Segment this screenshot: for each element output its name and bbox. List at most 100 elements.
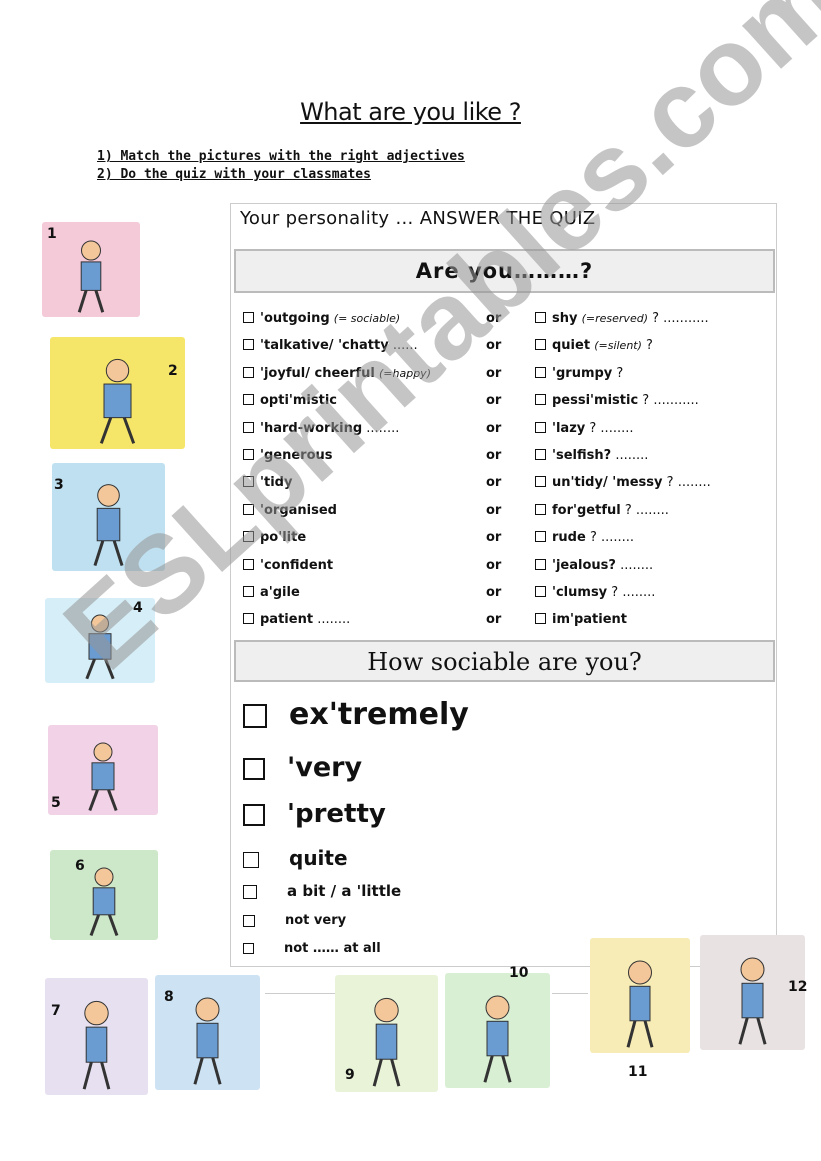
right-dots: ........ <box>615 448 649 463</box>
cartoon-figure-icon <box>82 1000 111 1090</box>
right-dots: ? <box>646 338 653 354</box>
divider <box>265 993 335 994</box>
checkbox[interactable] <box>535 366 546 378</box>
option-label: ex'tremely <box>289 697 469 732</box>
sociable-option: a bit / a 'little <box>243 882 401 900</box>
right-dots: ? <box>616 365 624 381</box>
checkbox[interactable] <box>535 531 546 543</box>
option-label: 'very <box>287 752 363 783</box>
cartoon-figure-icon <box>88 742 118 812</box>
or-label: or <box>486 475 502 491</box>
cartoon-picture: 7 <box>45 978 148 1095</box>
cartoon-figure-icon <box>99 358 136 444</box>
picture-number: 3 <box>54 477 64 493</box>
right-note: (=reserved) <box>581 312 648 325</box>
or-label: or <box>486 448 502 463</box>
cartoon-picture: 10 <box>445 965 550 1088</box>
picture-number: 11 <box>628 1064 648 1080</box>
checkbox[interactable] <box>243 943 254 954</box>
right-adjective: rude <box>552 530 586 546</box>
checkbox[interactable] <box>243 339 254 351</box>
divider <box>552 993 588 994</box>
option-label: quite <box>289 846 348 870</box>
checkbox[interactable] <box>243 613 254 625</box>
checkbox[interactable] <box>243 757 265 780</box>
checkbox[interactable] <box>243 312 254 323</box>
checkbox[interactable] <box>243 703 267 728</box>
checkbox[interactable] <box>243 803 265 826</box>
right-adjective: 'clumsy <box>552 585 608 600</box>
option-label: not very <box>285 913 347 928</box>
instruction-1: 1) Match the pictures with the right adj… <box>97 149 465 164</box>
right-note: (=silent) <box>594 339 642 353</box>
right-adjective: 'selfish? <box>552 448 612 463</box>
checkbox[interactable] <box>535 339 546 351</box>
picture-number: 9 <box>345 1067 355 1083</box>
left-adjective: 'outgoing <box>260 311 330 326</box>
quiz-row: patient ........ or im'patient <box>243 612 763 632</box>
checkbox[interactable] <box>243 884 257 899</box>
checkbox[interactable] <box>535 476 546 488</box>
cartoon-picture: 5 <box>48 725 158 815</box>
picture-number: 2 <box>168 363 178 379</box>
cartoon-picture: 9 <box>335 975 438 1092</box>
or-label: or <box>486 393 502 409</box>
quiz-row: po'lite or rude ? ........ <box>243 530 763 550</box>
right-adjective: 'jealous? <box>552 557 616 573</box>
cartoon-picture: 2 <box>50 337 185 449</box>
checkbox[interactable] <box>243 366 254 378</box>
checkbox[interactable] <box>535 586 546 597</box>
checkbox[interactable] <box>535 449 546 460</box>
right-dots: ? ........ <box>666 475 711 491</box>
right-adjective: shy <box>552 311 578 326</box>
cartoon-picture: 1 <box>42 222 140 317</box>
picture-number: 1 <box>47 226 57 242</box>
option-label: a bit / a 'little <box>287 882 402 900</box>
checkbox[interactable] <box>535 558 546 570</box>
checkbox[interactable] <box>535 503 546 515</box>
right-adjective: im'patient <box>552 612 628 628</box>
picture-number: 10 <box>509 965 529 981</box>
sociable-option: not …… at all <box>243 941 381 956</box>
picture-number: 7 <box>51 1003 61 1019</box>
right-dots: ? ........ <box>589 420 634 436</box>
cartoon-picture: 12 <box>700 935 807 1050</box>
right-dots: ? ........... <box>652 311 709 326</box>
quiz-row: 'confident or 'jealous? ........ <box>243 558 763 578</box>
or-label: or <box>486 365 502 381</box>
sociable-option: not very <box>243 913 346 928</box>
cartoon-picture: 6 <box>50 850 158 940</box>
left-adjective: patient <box>260 612 314 628</box>
cartoon-picture: 11 <box>590 938 690 1080</box>
right-dots: ? ........ <box>589 530 635 546</box>
cartoon-figure-icon <box>483 995 512 1083</box>
checkbox[interactable] <box>243 851 259 868</box>
right-dots: ? ........ <box>624 502 669 518</box>
right-dots: ........ <box>620 557 654 573</box>
checkbox[interactable] <box>535 394 546 406</box>
checkbox[interactable] <box>243 586 254 597</box>
picture-number: 8 <box>164 989 174 1005</box>
checkbox[interactable] <box>535 421 546 433</box>
left-dots: ........ <box>317 612 351 628</box>
or-label: or <box>486 612 502 628</box>
sociable-option: 'very <box>243 752 362 783</box>
or-label: or <box>486 530 502 546</box>
checkbox[interactable] <box>243 394 254 406</box>
quiz-row: a'gile or 'clumsy ? ........ <box>243 585 763 605</box>
right-adjective: 'lazy <box>552 420 586 436</box>
sociable-option: ex'tremely <box>243 697 469 732</box>
sociable-option: quite <box>243 846 348 870</box>
cartoon-picture: 8 <box>155 975 260 1090</box>
left-adjective: a'gile <box>260 585 300 600</box>
cartoon-figure-icon <box>626 960 654 1048</box>
cartoon-figure-icon <box>89 867 119 937</box>
checkbox[interactable] <box>535 613 546 625</box>
right-dots: ? ........ <box>611 585 656 600</box>
sociable-option: 'pretty <box>243 799 386 829</box>
or-label: or <box>486 502 502 518</box>
picture-number: 6 <box>75 858 85 874</box>
right-adjective: pessi'mistic <box>552 393 639 409</box>
checkbox[interactable] <box>243 914 255 927</box>
or-label: or <box>486 420 502 436</box>
